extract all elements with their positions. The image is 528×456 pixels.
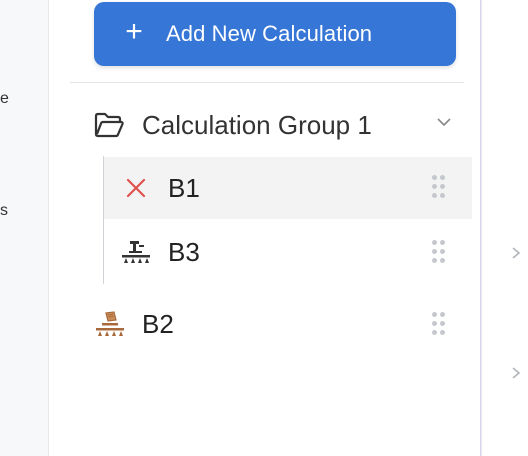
left-panel-text-fragment: e xyxy=(0,90,9,107)
calculation-item-b1[interactable]: B1 xyxy=(104,157,472,219)
left-panel-text-fragment: s xyxy=(0,202,8,219)
group-title: Calculation Group 1 xyxy=(142,109,372,140)
item-name: B3 xyxy=(168,236,200,267)
right-panel-edge xyxy=(481,0,528,456)
item-name: B1 xyxy=(168,172,200,203)
plus-icon: + xyxy=(125,15,143,48)
drag-handle-icon[interactable] xyxy=(432,175,446,199)
calculation-item-b3[interactable]: B3 xyxy=(104,221,472,283)
error-x-icon xyxy=(120,174,152,202)
folder-open-icon xyxy=(94,112,124,138)
add-new-calculation-button[interactable]: + Add New Calculation xyxy=(94,2,456,66)
divider xyxy=(70,82,464,83)
left-panel-edge: e s xyxy=(0,0,49,456)
chevron-right-icon[interactable] xyxy=(510,366,522,380)
calculation-group-header[interactable]: Calculation Group 1 xyxy=(94,104,464,146)
chevron-down-icon[interactable] xyxy=(434,112,454,132)
chevron-right-icon[interactable] xyxy=(510,246,522,260)
add-button-label: Add New Calculation xyxy=(166,21,373,46)
calculation-item-b2[interactable]: B2 xyxy=(94,293,472,355)
machine-paper-icon xyxy=(94,310,126,338)
item-name: B2 xyxy=(142,308,174,339)
drag-handle-icon[interactable] xyxy=(432,312,446,336)
drag-handle-icon[interactable] xyxy=(432,240,446,264)
machine-icon xyxy=(120,238,152,266)
